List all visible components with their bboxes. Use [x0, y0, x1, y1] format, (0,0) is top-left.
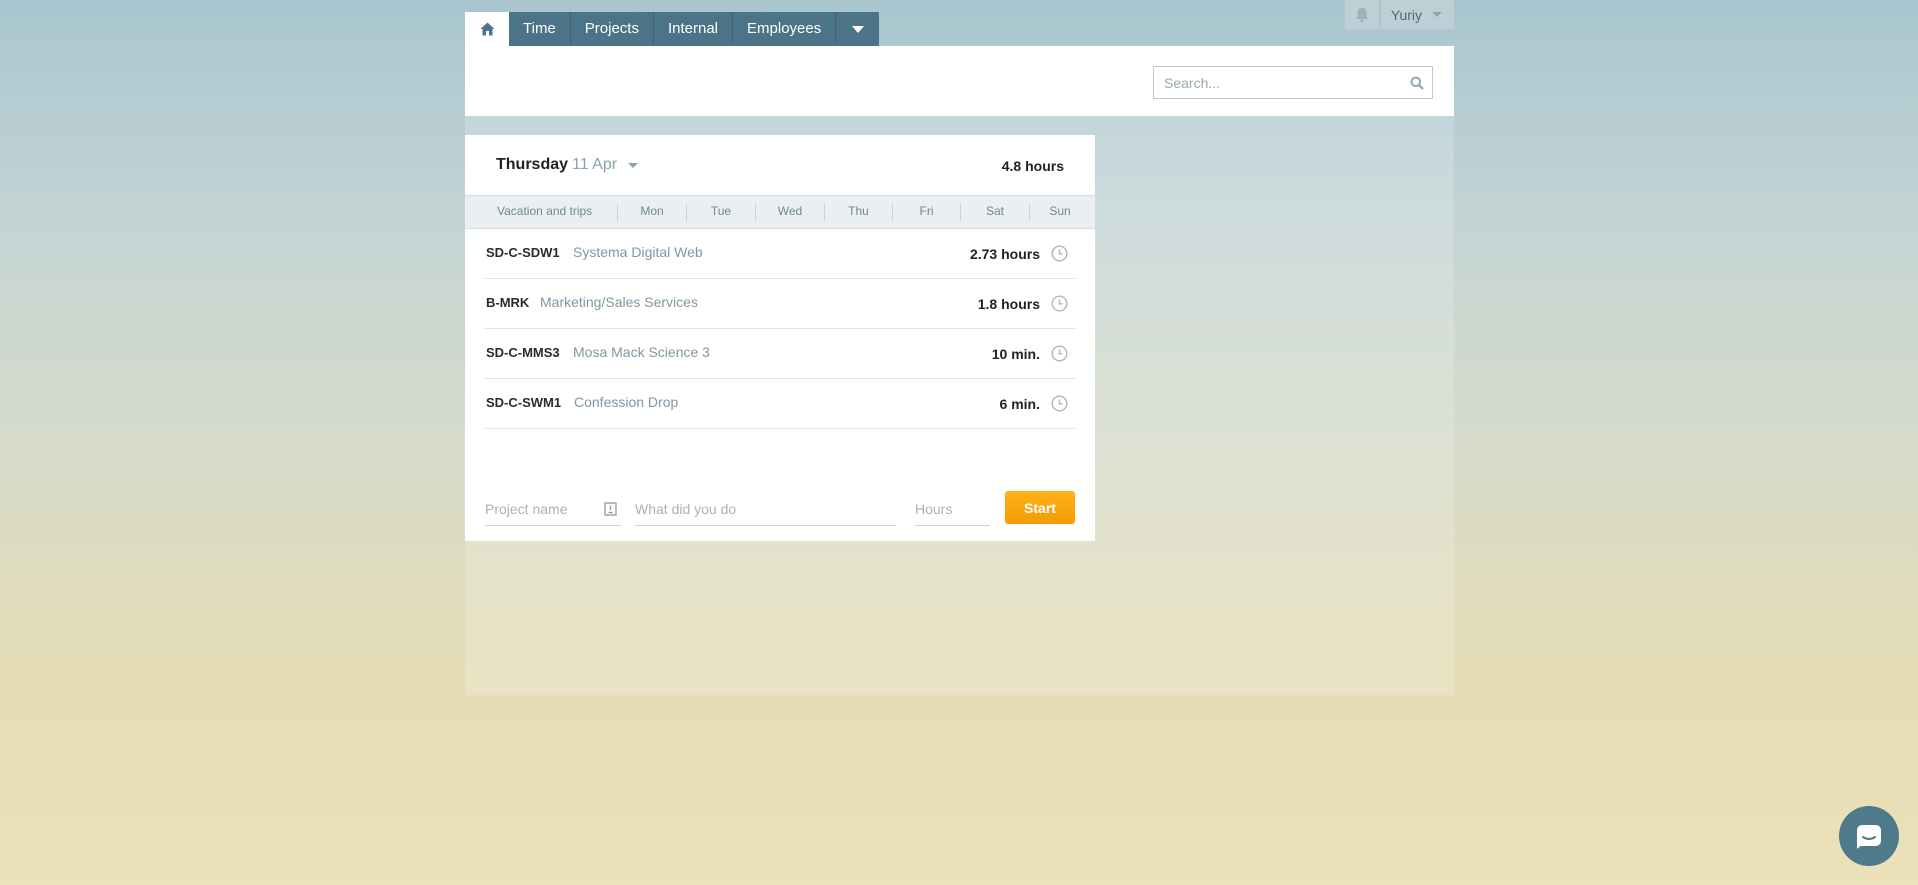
time-entries: SD-C-SDW1 Systema Digital Web 2.73 hours… — [485, 229, 1075, 429]
project-code: B-MRK — [486, 295, 530, 310]
nav-projects[interactable]: Projects — [570, 12, 654, 46]
project-name: Marketing/Sales Services — [540, 294, 698, 310]
nav-time[interactable]: Time — [509, 12, 571, 46]
day-header: Thursday 11 Apr 4.8 hours — [465, 135, 1095, 195]
project-code: SD-C-MMS3 — [486, 345, 560, 360]
weekday-sat[interactable]: Sat — [961, 204, 1029, 218]
nav-more-button[interactable] — [836, 12, 880, 46]
project-name: Systema Digital Web — [573, 244, 703, 260]
weekday-thu[interactable]: Thu — [825, 204, 892, 218]
bell-icon — [1355, 7, 1368, 22]
project-code: SD-C-SDW1 — [486, 245, 560, 260]
project-name-input[interactable] — [485, 501, 604, 517]
header — [465, 46, 1454, 116]
nav-employees[interactable]: Employees — [733, 12, 837, 46]
nav-home[interactable] — [465, 12, 509, 46]
project-name: Confession Drop — [574, 394, 679, 410]
project-picker-icon[interactable] — [604, 502, 617, 516]
day-total-hours: 4.8 hours — [1001, 158, 1064, 174]
description-input[interactable] — [635, 501, 896, 517]
home-icon — [480, 22, 494, 36]
weekday-fri[interactable]: Fri — [893, 204, 960, 218]
time-entry-row[interactable]: SD-C-MMS3 Mosa Mack Science 3 10 min. — [485, 329, 1075, 379]
new-entry-form: Start — [485, 491, 1075, 527]
chat-launcher-button[interactable] — [1839, 806, 1899, 866]
start-button[interactable]: Start — [1005, 491, 1075, 524]
weekday-sun[interactable]: Sun — [1030, 204, 1090, 218]
user-menu-button[interactable]: Yuriy — [1380, 0, 1454, 29]
clock-icon[interactable] — [1051, 295, 1068, 312]
time-entry-row[interactable]: SD-C-SWM1 Confession Drop 6 min. — [485, 379, 1075, 429]
chevron-down-icon — [1432, 12, 1442, 17]
hours-input[interactable] — [915, 501, 990, 517]
description-field — [635, 493, 896, 526]
nav-internal[interactable]: Internal — [653, 12, 734, 46]
project-field — [485, 493, 621, 526]
week-bar: Vacation and trips Mon Tue Wed Thu Fri S… — [465, 195, 1095, 229]
clock-icon[interactable] — [1051, 395, 1068, 412]
search-box — [1153, 66, 1433, 99]
vacation-tab[interactable]: Vacation and trips — [497, 204, 592, 218]
user-area: Yuriy — [1344, 0, 1454, 29]
project-code: SD-C-SWM1 — [486, 395, 562, 410]
weekday-tue[interactable]: Tue — [687, 204, 755, 218]
day-name: Thursday — [496, 156, 569, 173]
weekday-mon[interactable]: Mon — [618, 204, 686, 218]
weekday-wed[interactable]: Wed — [756, 204, 824, 218]
chevron-down-icon — [851, 25, 864, 33]
day-card: Thursday 11 Apr 4.8 hours Vacation and t… — [465, 135, 1095, 541]
hours-field — [915, 493, 990, 526]
search-button[interactable] — [1402, 68, 1432, 98]
project-name: Mosa Mack Science 3 — [573, 344, 710, 360]
main-nav: Time Projects Internal Employees — [465, 12, 880, 46]
entry-hours: 6 min. — [999, 396, 1040, 412]
clock-icon[interactable] — [1051, 245, 1068, 262]
entry-hours: 1.8 hours — [977, 296, 1040, 312]
app-shell: Time Projects Internal Employees Yuriy S… — [465, 0, 1454, 695]
entry-hours: 2.73 hours — [969, 246, 1040, 262]
search-input[interactable] — [1154, 67, 1402, 98]
user-name: Yuriy — [1390, 6, 1422, 23]
date-selector[interactable]: 11 Apr — [572, 156, 617, 174]
clock-icon[interactable] — [1051, 345, 1068, 362]
entry-hours: 10 min. — [991, 346, 1040, 362]
time-entry-row[interactable]: B-MRK Marketing/Sales Services 1.8 hours — [485, 279, 1075, 329]
notifications-button[interactable] — [1344, 0, 1379, 29]
chevron-down-icon[interactable] — [628, 163, 638, 168]
chat-icon — [1857, 825, 1881, 849]
search-icon — [1410, 76, 1424, 90]
time-entry-row[interactable]: SD-C-SDW1 Systema Digital Web 2.73 hours — [485, 229, 1075, 279]
